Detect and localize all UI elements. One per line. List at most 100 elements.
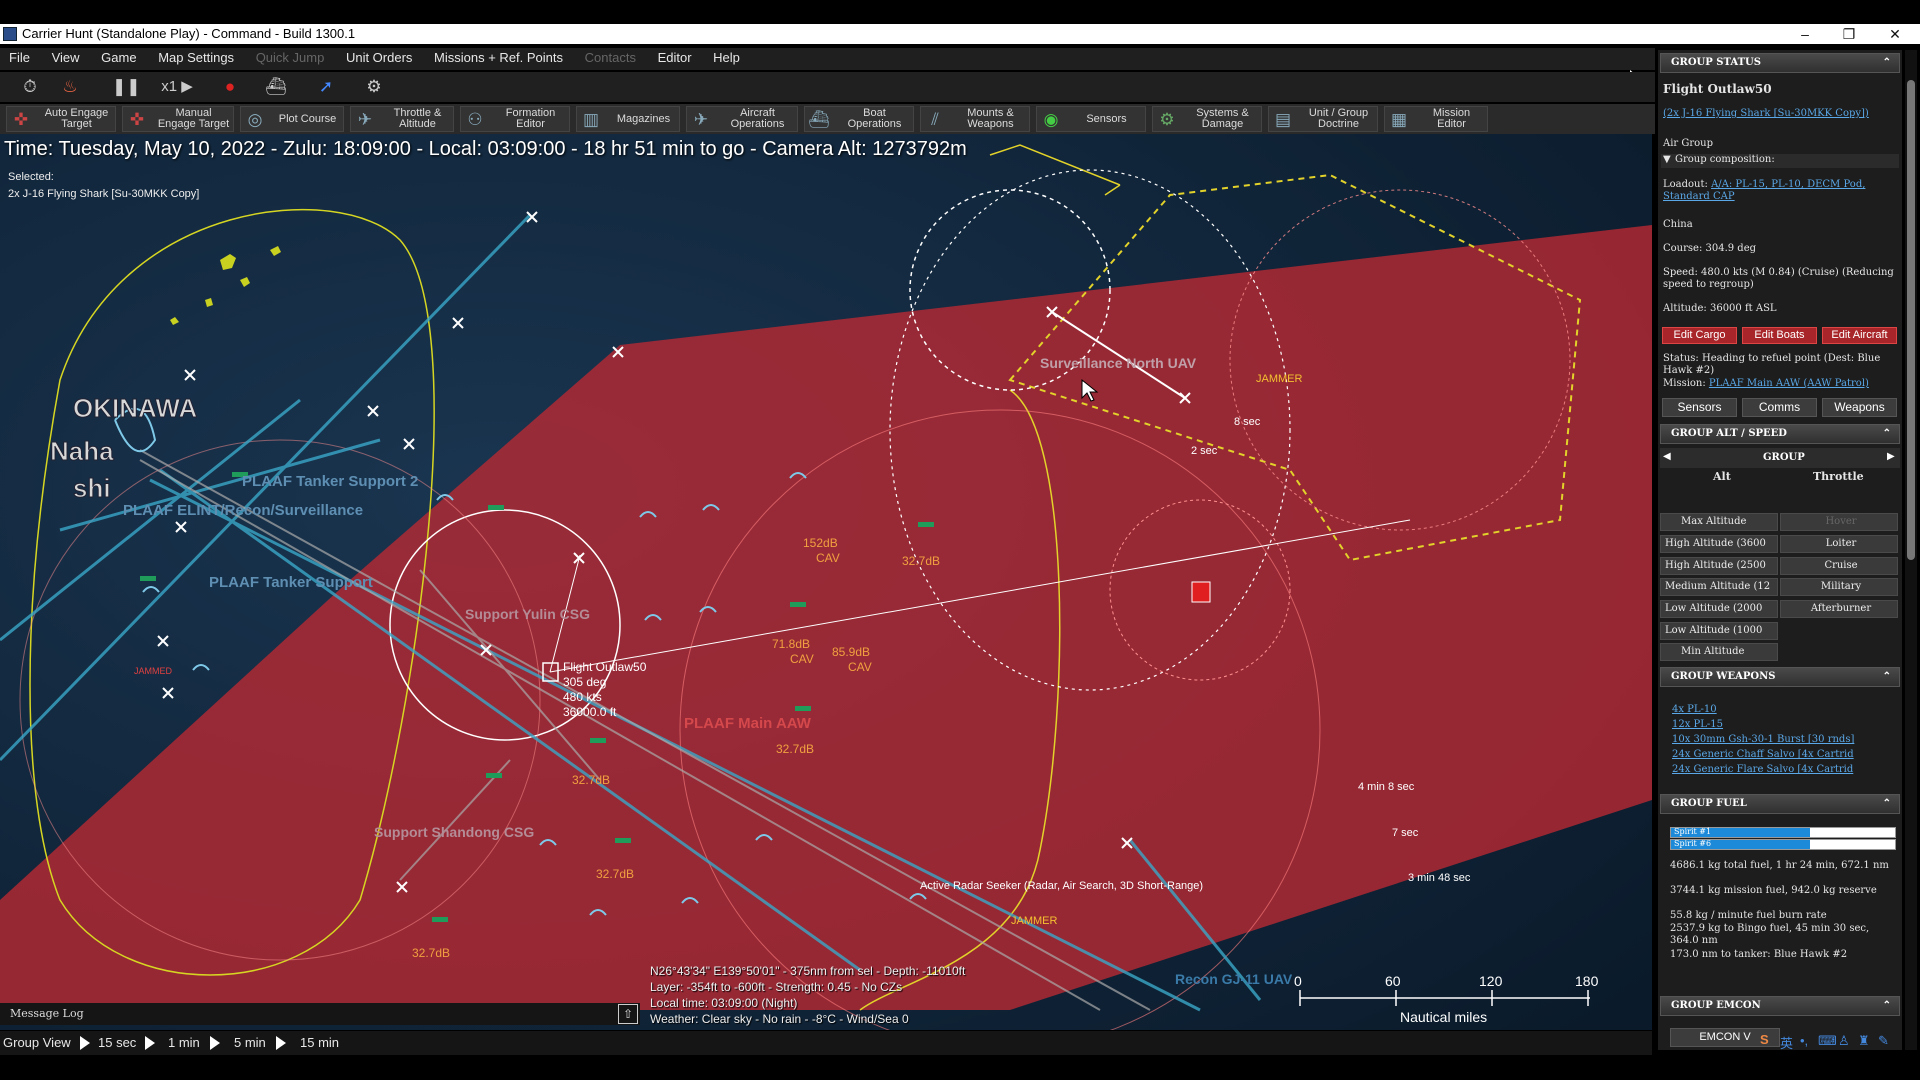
group-composition-toggle[interactable]: ▼ Group composition:	[1661, 154, 1899, 168]
step-arrow-icon[interactable]	[145, 1036, 155, 1050]
magazines-icon: ▥	[582, 109, 600, 129]
control-bar: ⏱ ♨ ❚❚ x1 ▶ ● ⛴ ➚ ⚙	[0, 72, 1655, 102]
mission-editor-icon: ▦	[1390, 109, 1408, 129]
menu-file[interactable]: File	[0, 48, 39, 67]
alt-medium-button[interactable]: Medium Altitude (12	[1660, 578, 1778, 596]
edit-cargo-button[interactable]: Edit Cargo	[1662, 327, 1737, 344]
boat-operations-button[interactable]: ⛴ Boat Operations	[804, 106, 914, 132]
plot-course-button[interactable]: ◎ Plot Course	[240, 106, 344, 132]
minimize-button[interactable]: –	[1782, 24, 1828, 44]
mounts-weapons-button[interactable]: ⫽ Mounts & Weapons	[920, 106, 1030, 132]
menu-missions[interactable]: Missions + Ref. Points	[425, 48, 572, 67]
weapons-header[interactable]: GROUP WEAPONS ⌃	[1660, 667, 1900, 687]
message-log[interactable]: Message Log	[0, 1003, 640, 1025]
step-arrow-icon[interactable]	[210, 1036, 220, 1050]
right-arrow-icon[interactable]: ▶	[1887, 451, 1895, 462]
route-icon[interactable]: ➚	[312, 75, 340, 99]
user-icon[interactable]: ♙	[1838, 1033, 1850, 1049]
emcon-header[interactable]: GROUP EMCON ⌃	[1660, 996, 1900, 1016]
step-arrow-icon[interactable]	[276, 1036, 286, 1050]
throttle-icon: ✈	[357, 109, 373, 129]
sensors-tab[interactable]: Sensors	[1662, 398, 1737, 417]
scrollbar-thumb[interactable]	[1907, 80, 1915, 560]
step-1min[interactable]: 1 min	[168, 1031, 200, 1055]
collapse-chevron-icon[interactable]: ⌃	[1883, 795, 1891, 813]
wrench-icon[interactable]: ✎	[1878, 1033, 1889, 1049]
menu-view[interactable]: View	[43, 48, 89, 67]
weapons-tab[interactable]: Weapons	[1822, 398, 1897, 417]
mission-link[interactable]: PLAAF Main AAW (AAW Patrol)	[1709, 378, 1869, 389]
record-icon[interactable]: ●	[216, 75, 244, 99]
throttle-cruise-button[interactable]: Cruise	[1780, 557, 1898, 575]
speed-selector[interactable]: x1 ▶	[152, 75, 202, 99]
clock-icon[interactable]: ⏱	[16, 75, 44, 99]
step-arrow-icon[interactable]	[80, 1036, 90, 1050]
mission-editor-button[interactable]: ▦ Mission Editor	[1384, 106, 1488, 132]
step-15sec[interactable]: 15 sec	[98, 1031, 136, 1055]
tactical-map[interactable]: OKINAWA Naha shi PLAAF Tanker Support 2 …	[0, 134, 1652, 1030]
maximize-button[interactable]: ❐	[1826, 24, 1872, 44]
alt-high-25000-button[interactable]: High Altitude (2500	[1660, 557, 1778, 575]
alt-max-button[interactable]: Max Altitude	[1660, 513, 1778, 531]
menu-game[interactable]: Game	[92, 48, 145, 67]
group-view-label[interactable]: Group View	[3, 1031, 71, 1055]
alt-low-2000-button[interactable]: Low Altitude (2000	[1660, 600, 1778, 618]
close-button[interactable]: ✕	[1872, 24, 1918, 44]
aircraft-operations-button[interactable]: ✈ Aircraft Operations	[686, 106, 798, 132]
menu-editor[interactable]: Editor	[649, 48, 701, 67]
systems-damage-button[interactable]: ⚙ Systems & Damage	[1152, 106, 1262, 132]
ship-icon[interactable]: ⛴	[262, 75, 290, 99]
menu-map-settings[interactable]: Map Settings	[149, 48, 243, 67]
magazines-button[interactable]: ▥ Magazines	[576, 106, 680, 132]
pause-icon[interactable]: ❚❚	[112, 75, 141, 99]
collapse-chevron-icon[interactable]: ⌃	[1883, 668, 1891, 686]
alt-speed-header[interactable]: GROUP ALT / SPEED ⌃	[1660, 424, 1900, 444]
group-composition-link[interactable]: (2x J-16 Flying Shark [Su-30MKK Copy])	[1663, 108, 1883, 120]
group-status-header[interactable]: GROUP STATUS ⌃	[1660, 53, 1900, 73]
cav-label-3: CAV	[848, 660, 872, 674]
alt-min-button[interactable]: Min Altitude	[1660, 643, 1778, 661]
fuel-header[interactable]: GROUP FUEL ⌃	[1660, 794, 1900, 814]
alt-high-36000-button[interactable]: High Altitude (3600	[1660, 535, 1778, 553]
step-15min[interactable]: 15 min	[300, 1031, 339, 1055]
fuel-bar-label: Spirit #6	[1674, 839, 1712, 848]
alt-low-1000-button[interactable]: Low Altitude (1000	[1660, 622, 1778, 640]
collapse-chevron-icon[interactable]: ⌃	[1883, 54, 1891, 72]
punctuation-icon[interactable]: •,	[1800, 1033, 1808, 1048]
ime-mode-label[interactable]: 英	[1780, 1033, 1793, 1052]
mounts-weapons-label: Mounts & Weapons	[967, 107, 1014, 130]
message-log-expand-icon[interactable]: ⇧	[618, 1004, 638, 1024]
weapon-item[interactable]: 24x Generic Flare Salvo [4x Cartrid	[1672, 764, 1853, 776]
sensors-button[interactable]: ◉ Sensors	[1036, 106, 1146, 132]
manual-engage-button[interactable]: ✜ Manual Engage Target	[122, 106, 234, 132]
fuel-bar: Spirit #6	[1670, 839, 1896, 850]
comms-tab[interactable]: Comms	[1742, 398, 1817, 417]
edit-aircraft-button[interactable]: Edit Aircraft	[1822, 327, 1897, 344]
auto-engage-button[interactable]: ✜ Auto Engage Target	[6, 106, 116, 132]
map-canvas[interactable]: OKINAWA Naha shi PLAAF Tanker Support 2 …	[0, 134, 1652, 1030]
panel-scrollbar[interactable]	[1905, 50, 1917, 1050]
menu-unit-orders[interactable]: Unit Orders	[337, 48, 421, 67]
weapon-item[interactable]: 10x 30mm Gsh-30-1 Burst [30 rnds]	[1672, 734, 1854, 746]
doctrine-button[interactable]: ▤ Unit / Group Doctrine	[1268, 106, 1378, 132]
ime-logo-icon[interactable]: S	[1760, 1032, 1769, 1047]
keyboard-icon[interactable]: ⌨	[1818, 1033, 1837, 1049]
throttle-afterburner-button[interactable]: Afterburner	[1780, 600, 1898, 618]
shirt-icon[interactable]: ♜	[1858, 1033, 1870, 1049]
throttle-altitude-button[interactable]: ✈ Throttle & Altitude	[350, 106, 454, 132]
throttle-loiter-button[interactable]: Loiter	[1780, 535, 1898, 553]
weapon-item[interactable]: 4x PL-10	[1672, 704, 1717, 716]
fire-icon[interactable]: ♨	[56, 75, 84, 99]
collapse-chevron-icon[interactable]: ⌃	[1883, 425, 1891, 443]
left-arrow-icon[interactable]: ◀	[1663, 451, 1671, 462]
formation-editor-button[interactable]: ⚇ Formation Editor	[460, 106, 570, 132]
weapon-item[interactable]: 12x PL-15	[1672, 719, 1723, 731]
collapse-chevron-icon[interactable]: ⌃	[1883, 997, 1891, 1015]
settings-gear-icon[interactable]: ⚙	[360, 75, 388, 99]
weapon-item[interactable]: 24x Generic Chaff Salvo [4x Cartrid	[1672, 749, 1854, 761]
menu-help[interactable]: Help	[704, 48, 749, 67]
throttle-military-button[interactable]: Military	[1780, 578, 1898, 596]
jammed-label: JAMMED	[134, 666, 173, 676]
step-5min[interactable]: 5 min	[234, 1031, 266, 1055]
edit-boats-button[interactable]: Edit Boats	[1742, 327, 1817, 344]
